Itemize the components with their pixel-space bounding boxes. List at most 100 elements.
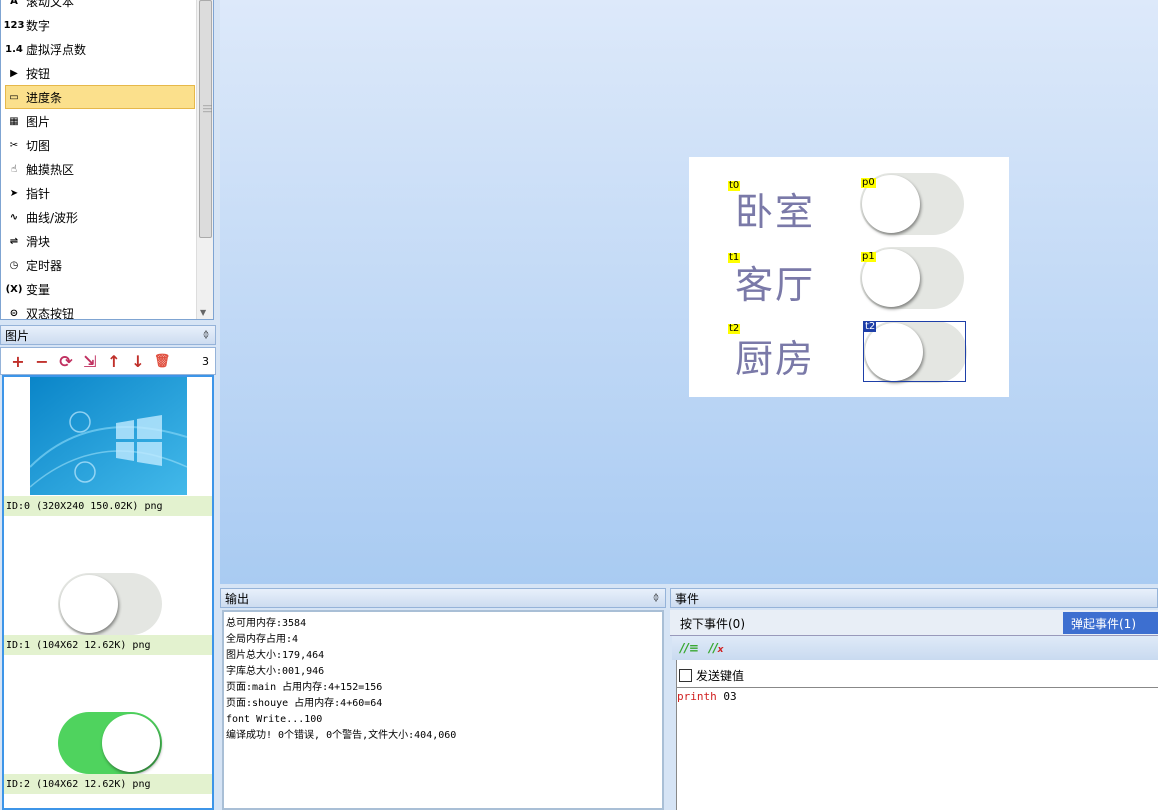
picture-list: ID:0 (320X240 150.02K) png ID:1 (104X62 …: [2, 375, 214, 810]
code-keyword: printh: [677, 690, 717, 703]
switch-on-thumbnail: [58, 712, 162, 774]
event-code-editor[interactable]: 发送键值 printh 03: [676, 660, 1158, 810]
event-code[interactable]: printh 03: [677, 690, 737, 703]
component-tag-selected: t2: [864, 321, 877, 332]
scrollbar-thumb[interactable]: ― ― ―: [199, 0, 212, 238]
pin-icon[interactable]: ᛰ: [203, 330, 209, 341]
send-key-row: 发送键值: [677, 664, 1158, 688]
add-picture-button[interactable]: +: [9, 352, 27, 371]
tool-label: 虚拟浮点数: [26, 42, 87, 57]
output-line: 字库总大小:001,946: [226, 666, 325, 677]
output-console[interactable]: 总可用内存:3584 全局内存占用:4 图片总大小:179,464 字库总大小:001…: [222, 610, 664, 810]
label-kitchen[interactable]: 厨房: [735, 328, 815, 383]
output-line: 页面:main 占用内存:4+152=156: [226, 682, 383, 693]
picture-icon: ▦: [9, 115, 19, 127]
component-tag: t1: [728, 252, 741, 263]
export-picture-button[interactable]: ⇲: [81, 352, 99, 371]
button-icon: ▶: [10, 67, 18, 79]
tool-label: 滑块: [26, 234, 51, 249]
send-key-checkbox[interactable]: [679, 669, 692, 682]
tool-label: 切图: [26, 138, 51, 153]
output-line: font Write...100: [226, 714, 323, 725]
picture-caption: ID:0 (320X240 150.02K) png: [4, 496, 212, 516]
uncomment-icon[interactable]: //x: [709, 641, 724, 655]
tool-label: 滚动文本: [26, 0, 75, 9]
wave-icon: ∿: [9, 211, 19, 223]
events-toolbar: //≡ //x: [672, 636, 1158, 660]
replace-picture-button[interactable]: ⟳: [57, 352, 75, 371]
tool-item[interactable]: ◷ 定时器: [1, 253, 197, 277]
send-key-label: 发送键值: [696, 669, 745, 683]
output-line: 图片总大小:179,464: [226, 650, 325, 661]
component-tag: t0: [728, 180, 741, 191]
tool-label: 按钮: [26, 66, 51, 81]
progress-bar-icon: ▭: [9, 91, 19, 103]
output-panel-title: 输出 ᛰ: [220, 588, 666, 608]
pictures-toolbar: + − ⟳ ⇲ ↑ ↓ 🗑 3: [0, 347, 216, 375]
tool-item[interactable]: ➤ 指针: [1, 181, 197, 205]
pictures-panel-title: 图片 ᛰ: [0, 325, 216, 345]
tool-item[interactable]: ▭ 进度条: [5, 85, 195, 109]
scissors-icon: ✂: [9, 139, 19, 151]
pointer-icon: ➤: [9, 187, 19, 199]
code-argument: 03: [716, 690, 737, 703]
tool-item[interactable]: (X) 变量: [1, 277, 197, 301]
output-line: 页面:shouye 占用内存:4+60=64: [226, 698, 383, 709]
picture-count: 3: [202, 354, 209, 368]
output-line: 全局内存占用:4: [226, 634, 299, 645]
events-tabs: 按下事件(0) 弹起事件(1): [670, 610, 1158, 636]
move-up-button[interactable]: ↑: [105, 352, 123, 371]
tool-label: 触摸热区: [26, 162, 75, 177]
tool-item[interactable]: ✂ 切图: [1, 133, 197, 157]
toolbox-scrollbar[interactable]: ― ― ― ▼: [196, 0, 213, 319]
tool-item[interactable]: A 滚动文本: [1, 0, 197, 13]
component-tag: p1: [861, 251, 876, 262]
output-line: 编译成功! 0个错误, 0个警告,文件大小:404,060: [226, 730, 457, 741]
picture-caption: ID:2 (104X62 12.62K) png: [4, 774, 212, 794]
tool-label: 数字: [26, 18, 51, 33]
tab-release-event[interactable]: 弹起事件(1): [1063, 612, 1158, 634]
tab-press-event[interactable]: 按下事件(0): [672, 612, 753, 634]
variable-icon: (X): [5, 283, 23, 295]
events-title: 事件: [675, 591, 700, 606]
toolbox-list: A 滚动文本 123 数字 1.4 虚拟浮点数 ▶ 按钮 ▭ 进度条 ▦ 图片 ✂ 切图 ☝ 触摸热区 ➤ 指针 ∿…: [1, 0, 197, 320]
picture-item[interactable]: ID:2 (104X62 12.62K) png: [4, 655, 212, 794]
hand-icon: ☝: [10, 163, 18, 175]
tool-item[interactable]: ⇌ 滑块: [1, 229, 197, 253]
tool-item[interactable]: 1.4 虚拟浮点数: [1, 37, 197, 61]
picture-caption: ID:1 (104X62 12.62K) png: [4, 635, 212, 655]
tool-label: 双态按钮: [26, 306, 75, 320]
picture-item[interactable]: ID:1 (104X62 12.62K) png: [4, 516, 212, 655]
dual-state-button-icon: ⊝: [9, 307, 19, 319]
pictures-title: 图片: [5, 328, 30, 343]
tool-item[interactable]: ▶ 按钮: [1, 61, 197, 85]
slider-icon: ⇌: [9, 235, 19, 247]
label-bedroom[interactable]: 卧室: [735, 181, 815, 236]
tool-item[interactable]: ▦ 图片: [1, 109, 197, 133]
tool-label: 指针: [26, 186, 51, 201]
windows-wallpaper-thumbnail: [30, 377, 187, 495]
output-title: 输出: [225, 591, 250, 606]
tool-item[interactable]: ⊝ 双态按钮: [1, 301, 197, 320]
comment-icon[interactable]: //≡: [680, 641, 699, 655]
tool-item[interactable]: ☝ 触摸热区: [1, 157, 197, 181]
label-living-room[interactable]: 客厅: [735, 254, 815, 309]
delete-all-button[interactable]: 🗑: [153, 352, 171, 370]
float-icon: 1.4: [5, 43, 23, 55]
tool-item[interactable]: 123 数字: [1, 13, 197, 37]
tool-label: 进度条: [26, 90, 63, 105]
tool-item[interactable]: ∿ 曲线/波形: [1, 205, 197, 229]
component-tag: t2: [728, 323, 741, 334]
selection-outline: [863, 321, 966, 382]
picture-item[interactable]: ID:0 (320X240 150.02K) png: [4, 377, 212, 516]
scroll-down-arrow-icon[interactable]: ▼: [200, 308, 206, 317]
toolbox-panel: A 滚动文本 123 数字 1.4 虚拟浮点数 ▶ 按钮 ▭ 进度条 ▦ 图片 ✂ 切图 ☝ 触摸热区 ➤ 指针 ∿…: [0, 0, 214, 320]
move-down-button[interactable]: ↓: [129, 352, 147, 371]
tool-label: 图片: [26, 114, 51, 129]
tool-label: 曲线/波形: [26, 210, 79, 225]
pin-icon[interactable]: ᛰ: [653, 593, 659, 604]
hmi-screen-page[interactable]: 卧室 t0 p0 客厅 t1 p1 厨房 t2 t2: [689, 157, 1009, 397]
remove-picture-button[interactable]: −: [33, 352, 51, 371]
component-tag: p0: [861, 177, 876, 188]
clock-icon: ◷: [9, 259, 19, 271]
